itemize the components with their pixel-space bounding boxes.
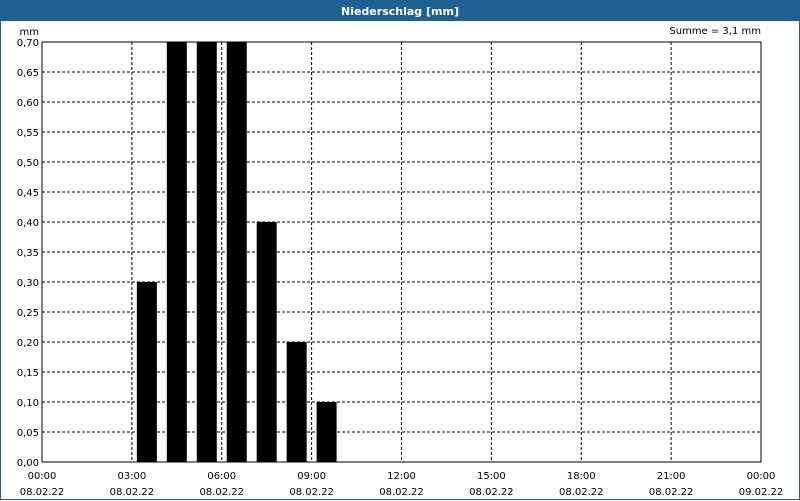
y-tick-label: 0,60	[17, 98, 39, 109]
x-tick-date: 08.02.22	[110, 487, 155, 498]
chart-window: Niederschlag [mm] 0,00 0,05 0,10 0,15 0,20 0,…	[0, 0, 800, 500]
y-tick-label: 0,70	[17, 38, 39, 49]
y-tick-label: 0,50	[17, 158, 39, 169]
x-tick-date: 08.02.22	[559, 487, 604, 498]
x-tick-time: 00:00	[747, 471, 776, 482]
bar	[166, 42, 187, 462]
y-tick-label: 0,05	[17, 428, 39, 439]
sum-annotation: Summe = 3,1 mm	[669, 26, 761, 37]
bar	[256, 222, 277, 462]
y-tick-label: 0,20	[17, 338, 39, 349]
x-tick-time: 21:00	[657, 471, 686, 482]
x-tick-time: 06:00	[207, 471, 236, 482]
precipitation-chart: 0,00 0,05 0,10 0,15 0,20 0,25 0,30 0,35 0,40 0,45…	[17, 26, 784, 498]
y-tick-label: 0,10	[17, 398, 39, 409]
y-tick-label: 0,40	[17, 218, 39, 229]
y-tick-label: 0,15	[17, 368, 39, 379]
bar	[286, 342, 307, 462]
y-tick-label: 0,35	[17, 248, 39, 259]
x-tick-date: 08.02.22	[199, 487, 244, 498]
x-tick-date: 08.02.22	[20, 487, 65, 498]
x-tick-time: 09:00	[297, 471, 326, 482]
x-tick-date: 08.02.22	[379, 487, 424, 498]
x-tick-time: 12:00	[387, 471, 416, 482]
x-tick-time: 15:00	[477, 471, 506, 482]
x-tick-date: 08.02.22	[469, 487, 514, 498]
x-tick-date: 08.02.22	[649, 487, 694, 498]
y-tick-label: 0,65	[17, 68, 39, 79]
bar	[196, 42, 217, 462]
x-tick-date: 08.02.22	[289, 487, 334, 498]
y-tick-label: 0,30	[17, 278, 39, 289]
x-tick-time: 00:00	[28, 471, 57, 482]
x-tick-time: 03:00	[117, 471, 146, 482]
y-tick-label: 0,00	[17, 458, 39, 469]
x-tick-time: 18:00	[567, 471, 596, 482]
y-tick-label: 0,25	[17, 308, 39, 319]
bar	[316, 402, 337, 462]
y-tick-label: 0,55	[17, 128, 39, 139]
bar	[226, 42, 247, 462]
bars	[136, 42, 337, 462]
x-tick-date: 09.02.22	[739, 487, 784, 498]
y-axis-ticks: 0,00 0,05 0,10 0,15 0,20 0,25 0,30 0,35 0,40 0,45…	[17, 38, 39, 469]
bar	[136, 282, 157, 462]
y-tick-label: 0,45	[17, 188, 39, 199]
y-axis-label: mm	[20, 27, 39, 38]
x-axis-ticks: 00:00 08.02.22 03:00 08.02.22 06:00 08.02.22 0…	[20, 471, 784, 498]
